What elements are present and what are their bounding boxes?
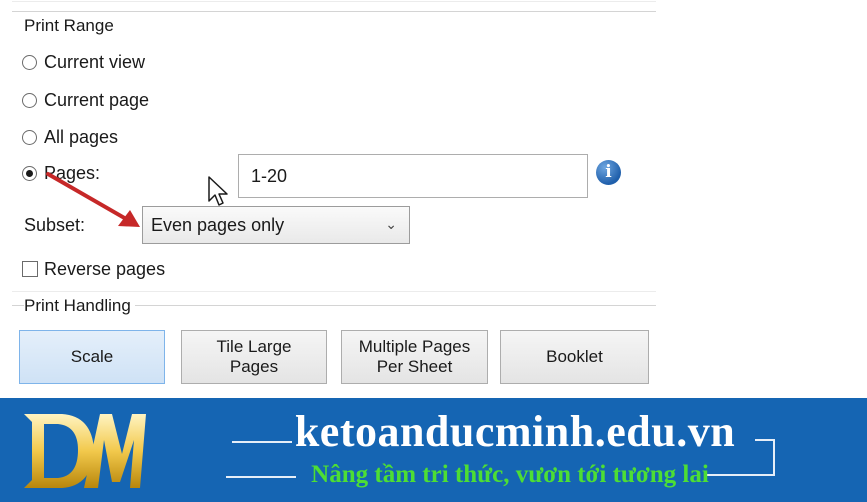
dm-logo — [24, 414, 146, 488]
site-name: ketoanducminh.edu.vn — [294, 407, 736, 456]
tagline: Nâng tầm tri thức, vươn tới tương lai — [311, 461, 709, 488]
annotation-arrow-icon — [46, 172, 140, 227]
print-dialog: Print Range Current view Current page Al… — [0, 0, 867, 398]
promo-banner: ketoanducminh.edu.vn Nâng tầm tri thức, … — [0, 398, 867, 502]
